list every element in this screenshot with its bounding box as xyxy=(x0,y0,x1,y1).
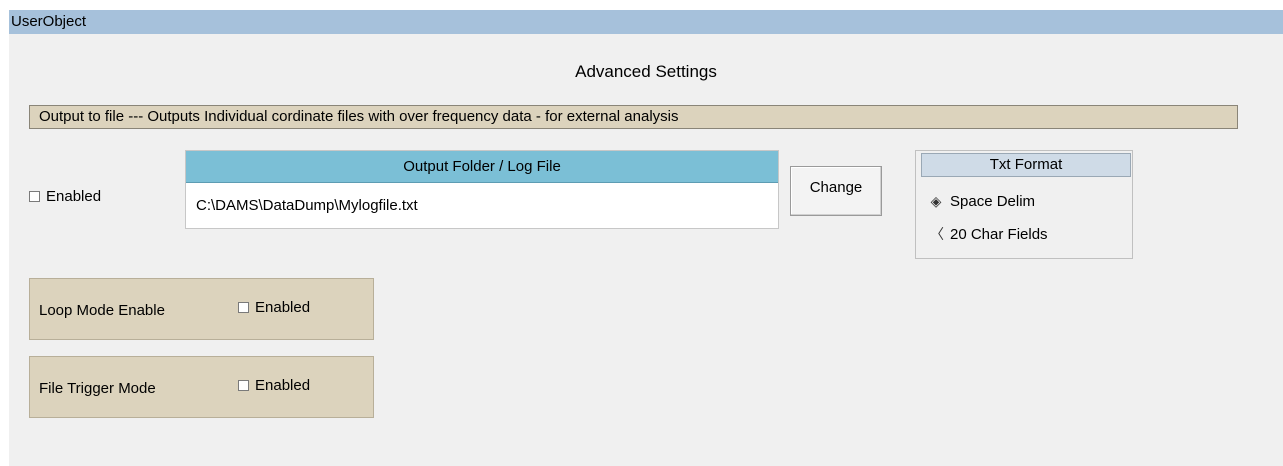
output-folder-header: Output Folder / Log File xyxy=(186,151,778,183)
output-enabled-checkbox-row[interactable]: Enabled xyxy=(29,188,101,205)
output-enabled-label: Enabled xyxy=(46,188,102,205)
txt-format-header: Txt Format xyxy=(921,153,1131,177)
radio-selected-icon[interactable]: ◈ xyxy=(930,193,942,210)
file-trigger-checkbox[interactable] xyxy=(238,380,249,391)
output-folder-path[interactable]: C:\DAMS\DataDump\Mylogfile.txt xyxy=(196,197,418,214)
file-trigger-checkbox-row[interactable]: Enabled xyxy=(238,377,310,394)
banner-text: Output to file --- Outputs Individual co… xyxy=(39,108,679,125)
radio-20-char-fields-label: 20 Char Fields xyxy=(950,225,1048,243)
change-button[interactable]: Change xyxy=(790,166,882,216)
loop-mode-enabled-label: Enabled xyxy=(255,299,311,316)
client-area: Advanced Settings Output to file --- Out… xyxy=(9,34,1283,466)
window-title: UserObject xyxy=(11,13,87,30)
file-trigger-label: File Trigger Mode xyxy=(39,380,156,397)
radio-space-delim[interactable]: ◈ Space Delim xyxy=(930,193,1035,210)
radio-space-delim-label: Space Delim xyxy=(950,193,1036,210)
loop-mode-label: Loop Mode Enable xyxy=(39,302,165,319)
radio-20-char-fields[interactable]: 〈 20 Char Fields xyxy=(930,224,1048,244)
output-folder-box: Output Folder / Log File C:\DAMS\DataDum… xyxy=(185,150,779,229)
output-to-file-banner: Output to file --- Outputs Individual co… xyxy=(29,105,1238,129)
loop-mode-checkbox-row[interactable]: Enabled xyxy=(238,299,310,316)
radio-unselected-icon[interactable]: 〈 xyxy=(930,224,944,244)
txt-format-group: Txt Format ◈ Space Delim 〈 20 Char Field… xyxy=(915,150,1133,259)
title-bar: UserObject xyxy=(9,10,1283,34)
user-object-window: UserObject Advanced Settings Output to f… xyxy=(0,0,1283,466)
page-heading: Advanced Settings xyxy=(575,62,717,81)
loop-mode-panel: Loop Mode Enable Enabled xyxy=(29,278,374,340)
file-trigger-enabled-label: Enabled xyxy=(255,377,311,394)
file-trigger-panel: File Trigger Mode Enabled xyxy=(29,356,374,418)
loop-mode-checkbox[interactable] xyxy=(238,302,249,313)
output-enabled-checkbox[interactable] xyxy=(29,191,40,202)
